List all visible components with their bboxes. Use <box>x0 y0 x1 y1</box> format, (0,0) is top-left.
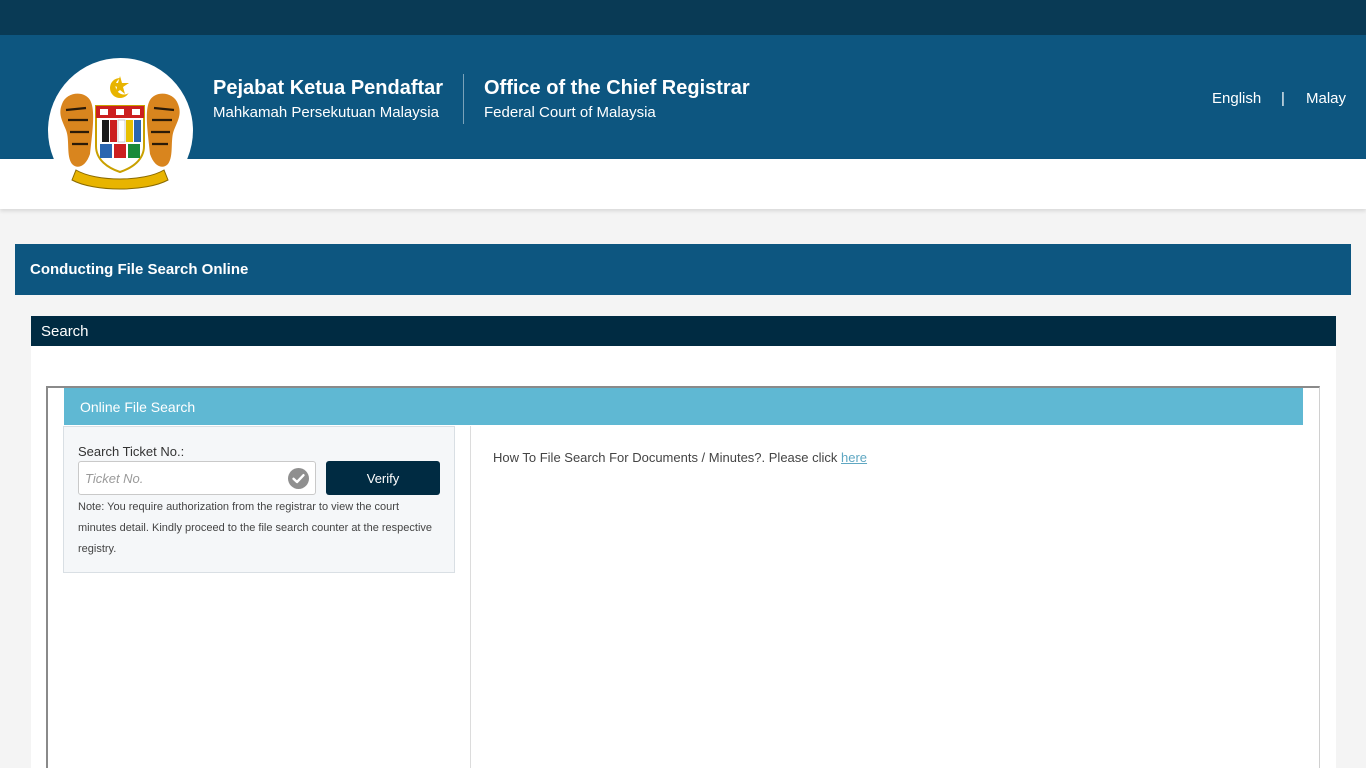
check-circle-icon <box>288 468 309 489</box>
lang-malay-link[interactable]: Malay <box>1306 90 1346 107</box>
nav-bar <box>0 159 1366 209</box>
lang-separator: | <box>1281 90 1285 107</box>
ticket-input-wrapper[interactable] <box>78 461 316 495</box>
brand-english: Office of the Chief Registrar Federal Co… <box>484 76 750 123</box>
coat-of-arms-icon <box>60 76 180 190</box>
page-title: Conducting File Search Online <box>30 261 249 278</box>
search-panel-title: Search <box>41 323 89 340</box>
brand-malay: Pejabat Ketua Pendaftar Mahkamah Perseku… <box>213 76 443 123</box>
ticket-label: Search Ticket No.: <box>78 444 185 459</box>
column-divider <box>470 426 471 768</box>
page-title-bar: Conducting File Search Online <box>15 244 1351 295</box>
search-panel-header: Search <box>31 316 1336 346</box>
verify-button[interactable]: Verify <box>326 461 440 495</box>
brand-title-malay: Pejabat Ketua Pendaftar <box>213 77 444 99</box>
online-file-search-header: Online File Search <box>64 388 1303 425</box>
online-file-search-title: Online File Search <box>80 399 196 415</box>
howto-label: How To File Search For Documents / Minut… <box>493 450 842 465</box>
ticket-number-input[interactable] <box>79 462 279 494</box>
lang-english-link[interactable]: English <box>1212 90 1261 107</box>
ticket-search-form: Search Ticket No.: Verify Note: You requ… <box>63 426 455 573</box>
online-file-search-box: Online File Search Search Ticket No.: Ve… <box>46 386 1320 768</box>
coat-of-arms-logo[interactable] <box>48 58 193 203</box>
brand-subtitle-english: Federal Court of Malaysia <box>484 104 656 121</box>
howto-here-link[interactable]: here <box>841 450 867 465</box>
brand-divider <box>463 74 464 124</box>
brand-subtitle-malay: Mahkamah Persekutuan Malaysia <box>213 104 439 121</box>
howto-text: How To File Search For Documents / Minut… <box>493 450 867 465</box>
brand-title-english: Office of the Chief Registrar <box>484 77 750 99</box>
authorization-note: Note: You require authorization from the… <box>78 501 433 555</box>
top-strip <box>0 0 1366 35</box>
search-panel: Search Online File Search Search Ticket … <box>31 316 1336 768</box>
